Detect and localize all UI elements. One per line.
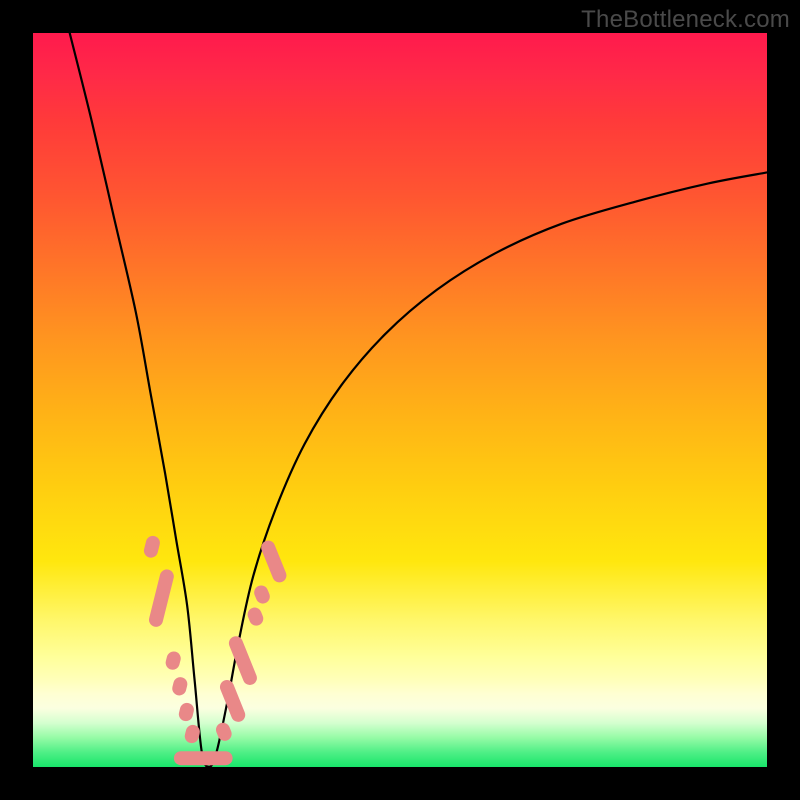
curve-marker [164, 650, 182, 671]
outer-frame: TheBottleneck.com [0, 0, 800, 800]
curve-marker [218, 678, 247, 724]
curve-marker [245, 605, 265, 627]
curve-marker [171, 676, 189, 697]
plot-area [33, 33, 767, 767]
watermark-text: TheBottleneck.com [581, 6, 790, 34]
curve-marker [148, 568, 176, 628]
curve-marker [177, 701, 195, 722]
curve-marker [214, 721, 234, 743]
curve-marker [259, 538, 288, 584]
curve-marker [174, 751, 233, 765]
curve-svg [33, 33, 767, 767]
curve-marker [142, 534, 161, 559]
marker-group [142, 534, 288, 765]
curve-marker [252, 583, 272, 605]
